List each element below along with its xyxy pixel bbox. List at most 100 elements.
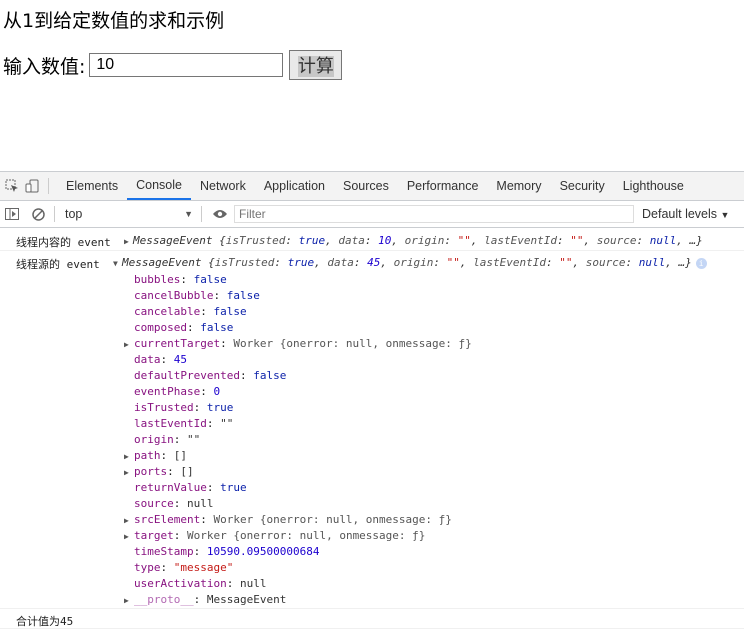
property-value: null [187,497,214,510]
expand-arrow-icon[interactable]: ▶ [124,529,134,545]
property-value: 0 [213,385,221,398]
clear-console-icon[interactable] [30,206,46,222]
expand-arrow-icon[interactable]: ▶ [124,337,134,353]
summary-data-value: 45 [367,256,381,269]
property-key: userActivation [134,577,227,590]
tab-console[interactable]: Console [127,172,191,200]
property-colon: : [206,481,221,494]
expand-arrow-icon[interactable]: ▶ [124,593,134,609]
property-key: defaultPrevented [134,369,240,382]
message-object-summary[interactable]: ▶ MessageEvent {isTrusted: true, data: 10… [124,234,703,247]
tab-application[interactable]: Application [255,172,334,200]
inspect-element-icon[interactable] [4,178,20,194]
property-key: returnValue [134,481,207,494]
property-colon: : [239,369,254,382]
property-value: "message" [173,561,234,574]
expand-arrow-icon[interactable]: ▶ [124,465,134,481]
property-value: Worker {onerror: null, onmessage: ƒ} [213,513,452,526]
property-value: false [193,273,227,286]
property-list: bubbles: false cancelBubble: false cancela… [124,272,472,608]
message-object-summary[interactable]: ▼ MessageEvent {isTrusted: true, data: 45… [113,256,707,269]
property-row: bubbles: false [124,272,472,288]
summary-data-value: 10 [378,234,392,247]
tab-security[interactable]: Security [551,172,614,200]
property-row: returnValue: true [124,480,472,496]
property-colon: : [200,385,214,398]
property-key: lastEventId [134,417,207,430]
property-value: false [200,321,234,334]
property-row[interactable]: ▶ path: [] [124,448,472,464]
tab-lighthouse[interactable]: Lighthouse [614,172,693,200]
expand-arrow-icon[interactable]: ▶ [124,237,133,246]
property-value: true [206,401,234,414]
devtools-panel: Elements Console Network Application Sources… [0,171,744,636]
console-toolbar: top ▼ Default levels ▼ [0,201,744,228]
property-key: bubbles [134,273,181,286]
eye-icon[interactable] [210,206,230,222]
property-colon: : [193,593,207,606]
property-row: composed: false [124,320,472,336]
property-row: lastEventId: "" [124,416,472,432]
object-type: MessageEvent [133,234,213,247]
property-value: "" [187,433,201,446]
sidebar-toggle-icon[interactable] [4,206,20,222]
toolbar-divider [201,206,202,222]
property-key: currentTarget [134,337,221,350]
toolbar-divider [54,206,55,222]
info-icon[interactable]: i [695,258,707,269]
input-label: 输入数值: [3,55,86,78]
property-value: true [220,481,247,494]
property-row[interactable]: ▶ currentTarget: Worker {onerror: null, o… [124,336,472,352]
filter-input[interactable] [234,205,634,223]
property-colon: : [200,305,214,318]
property-row[interactable]: ▶ srcElement: Worker {onerror: null, onme… [124,512,472,528]
property-colon: : [193,545,207,558]
property-colon: : [180,273,194,286]
property-row: defaultPrevented: false [124,368,472,384]
input-row: 输入数值: 计算 [3,50,343,80]
calculate-button-label: 计算 [297,56,334,77]
property-colon: : [160,561,174,574]
expand-arrow-icon[interactable]: ▶ [124,449,134,465]
console-output: 线程内容的 event ▶ MessageEvent {isTrusted: tr… [0,228,744,629]
property-value: false [213,305,247,318]
devtools-tabbar: Elements Console Network Application Sources… [0,171,744,201]
context-selector[interactable]: top ▼ [65,207,193,221]
property-value: [] [180,465,194,478]
expand-arrow-icon[interactable]: ▶ [124,513,134,529]
property-row[interactable]: ▶ ports: [] [124,464,472,480]
property-row[interactable]: ▶ __proto__: MessageEvent [124,592,472,608]
calculate-button[interactable]: 计算 [289,50,343,80]
page-title: 从1到给定数值的求和示例 [3,10,225,32]
property-value: false [253,369,287,382]
property-colon: : [173,497,187,510]
console-message: 合计值为45 [0,609,744,629]
property-row: type: "message" [124,560,472,576]
property-row: eventPhase: 0 [124,384,472,400]
log-levels-dropdown[interactable]: Default levels ▼ [642,207,729,221]
tab-memory[interactable]: Memory [487,172,550,200]
property-colon: : [213,289,227,302]
property-colon: : [200,513,214,526]
collapse-arrow-icon[interactable]: ▼ [113,259,122,268]
console-message: 线程内容的 event ▶ MessageEvent {isTrusted: tr… [0,228,744,251]
property-key: target [134,529,174,542]
tab-network[interactable]: Network [191,172,255,200]
console-message: 线程源的 event ▼ MessageEvent {isTrusted: tru… [0,251,744,609]
tab-performance[interactable]: Performance [398,172,488,200]
property-key: __proto__ [134,593,194,606]
device-toolbar-icon[interactable] [24,178,40,194]
number-input[interactable] [89,53,284,77]
tab-sources[interactable]: Sources [334,172,398,200]
property-key: eventPhase [134,385,201,398]
property-row[interactable]: ▶ target: Worker {onerror: null, onmessag… [124,528,472,544]
tabbar-divider [48,178,49,194]
property-colon: : [173,529,187,542]
property-colon: : [167,465,181,478]
property-colon: : [193,401,207,414]
property-colon: : [173,433,187,446]
tab-elements[interactable]: Elements [57,172,127,200]
property-key: isTrusted [134,401,194,414]
property-value: 45 [173,353,187,366]
dropdown-arrow-icon: ▼ [184,209,193,219]
